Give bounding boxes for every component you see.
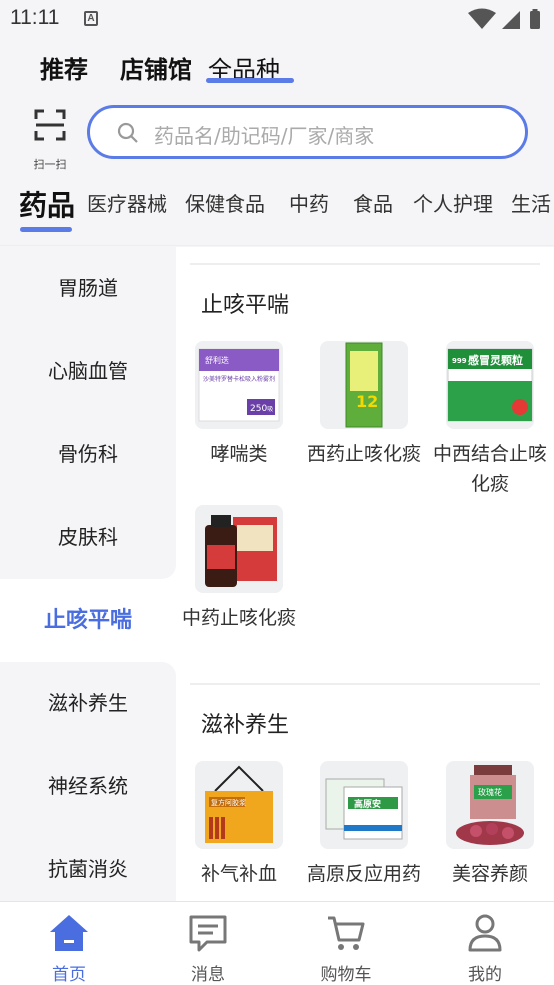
product-name: 西药止咳化痰 [306,443,421,465]
section-title: 止咳平喘 [201,293,290,318]
product-name: 哮喘类 [210,443,268,465]
status-time: 11:11 [10,6,60,29]
user-icon [468,914,502,952]
svg-text:999: 999 [452,357,467,365]
top-tab-indicator [206,78,294,83]
svg-text:复方阿胶浆: 复方阿胶浆 [211,798,246,807]
tab-recommend[interactable]: 推荐 [40,50,88,85]
category-tab-health-food[interactable]: 保健食品 [185,188,265,217]
sidebar-item-gastrointestinal[interactable]: 胃肠道 [0,247,176,330]
nav-label: 购物车 [320,965,372,985]
product-image: 玫瑰花 [446,761,534,849]
sidebar-item-antibacterial[interactable]: 抗菌消炎 [0,828,176,901]
product-item-chinese-cough[interactable]: 中药止咳化痰 [179,505,299,633]
svg-text:感冒灵颗粒: 感冒灵颗粒 [468,353,523,367]
a-box-icon: A [84,11,98,26]
product-item-asthma[interactable]: 舒利迭 沙美特罗替卡松吸入粉雾剂 250吸 哮喘类 [179,341,299,469]
product-name: 中西结合止咳化痰 [432,443,547,495]
sidebar-item-nourishing[interactable]: 滋补养生 [0,662,176,745]
svg-text:玫瑰花: 玫瑰花 [478,787,502,797]
sidebar-item-cardio-cerebrovascular[interactable]: 心脑血管 [0,330,176,413]
product-item-combined-cough[interactable]: 999 感冒灵颗粒 中西结合止咳化痰 [430,341,550,499]
svg-text:沙美特罗替卡松吸入粉雾剂: 沙美特罗替卡松吸入粉雾剂 [203,375,275,383]
product-content: 止咳平喘 舒利迭 沙美特罗替卡松吸入粉雾剂 250吸 哮喘类 12 西药止咳化痰 [176,247,554,901]
nav-label: 我的 [468,965,502,985]
cellular-icon [502,11,520,29]
section-divider [190,263,540,265]
sidebar-item-nervous-system[interactable]: 神经系统 [0,745,176,828]
sidebar: 胃肠道 心脑血管 骨伤科 皮肤科 止咳平喘 滋补养生 神经系统 抗菌消炎 [0,247,176,901]
sidebar-item-cough-asthma[interactable]: 止咳平喘 [0,579,176,662]
product-item-altitude[interactable]: 高原安 高原反应用药 [304,761,424,889]
status-icons [468,8,540,29]
product-image: 999 感冒灵颗粒 [446,341,534,429]
product-image: 高原安 [320,761,408,849]
section-title: 滋补养生 [201,713,290,738]
product-name: 补气补血 [200,863,277,885]
sidebar-item-orthopedics[interactable]: 骨伤科 [0,413,176,496]
search-placeholder: 药品名/助记码/厂家/商家 [154,124,375,148]
category-tab-indicator [20,227,72,232]
section-divider [190,683,540,685]
product-item-beauty[interactable]: 玫瑰花 美容养颜 [430,761,550,889]
category-tab-chinese-medicine[interactable]: 中药 [289,188,329,217]
sidebar-item-dermatology[interactable]: 皮肤科 [0,496,176,579]
nav-cart[interactable]: 购物车 [296,912,396,985]
wifi-icon [468,8,496,29]
search-row: 扫一扫 药品名/助记码/厂家/商家 [0,96,554,171]
svg-text:高原安: 高原安 [354,798,381,810]
svg-text:250吸: 250吸 [250,404,273,414]
category-tab-food[interactable]: 食品 [353,188,393,217]
nav-messages[interactable]: 消息 [158,912,258,985]
home-icon [50,915,88,951]
category-tabs: 药品 医疗器械 保健食品 中药 食品 个人护理 生活 [0,170,554,246]
product-name: 美容养颜 [451,863,528,885]
product-name: 中药止咳化痰 [181,607,296,629]
product-name: 高原反应用药 [306,863,421,885]
product-item-qi-blood[interactable]: 复方阿胶浆 补气补血 [179,761,299,889]
bottom-nav: 首页 消息 购物车 我的 [0,901,554,985]
svg-text:12: 12 [356,392,378,411]
product-image: 舒利迭 沙美特罗替卡松吸入粉雾剂 250吸 [195,341,283,429]
cart-icon [328,916,365,950]
nav-label: 首页 [52,965,86,985]
message-icon [189,915,227,952]
category-tab-medical-devices[interactable]: 医疗器械 [87,188,167,217]
category-tab-personal-care[interactable]: 个人护理 [413,188,493,217]
category-tab-medicine[interactable]: 药品 [19,184,75,224]
nav-profile[interactable]: 我的 [435,912,535,985]
product-item-western-cough[interactable]: 12 西药止咳化痰 [304,341,424,469]
product-image: 复方阿胶浆 [195,761,283,849]
product-image [195,505,283,593]
nav-home[interactable]: 首页 [19,912,119,985]
top-tabs: 推荐 店铺馆 全品种 [0,38,554,96]
category-tab-living[interactable]: 生活 [511,188,551,217]
scan-button[interactable]: 扫一扫 [28,106,72,171]
nav-label: 消息 [191,965,225,985]
search-icon [117,122,138,143]
status-bar: 11:11 A [0,0,554,38]
scan-icon [34,109,66,141]
battery-icon [530,11,540,29]
tab-store-hall[interactable]: 店铺馆 [120,50,192,85]
search-input[interactable]: 药品名/助记码/厂家/商家 [87,105,528,159]
product-image: 12 [320,341,408,429]
svg-text:舒利迭: 舒利迭 [205,355,229,365]
